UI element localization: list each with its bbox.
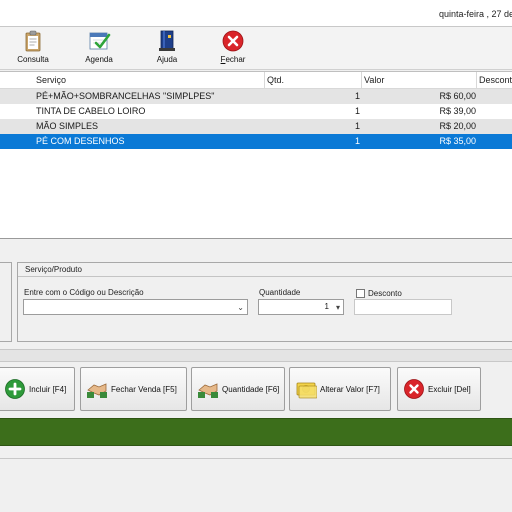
consulta-button[interactable]: Consulta [11, 29, 55, 67]
cell-qtd: 1 [354, 136, 360, 146]
chevron-down-icon[interactable]: ⌄ [237, 303, 244, 312]
fechar-venda-label: Fechar Venda [F5] [111, 385, 177, 394]
clipboard-icon [25, 30, 41, 52]
column-header-qtd[interactable]: Qtd. [267, 75, 284, 85]
date-label: quinta-feira , 27 de [439, 9, 512, 19]
cell-qtd: 1 [354, 91, 360, 101]
column-header-valor[interactable]: Valor [364, 75, 384, 85]
agenda-button[interactable]: Agenda [77, 29, 121, 67]
cell-servico: TINTA DE CABELO LOIRO [36, 106, 146, 116]
add-icon [5, 379, 25, 399]
handshake-icon [198, 383, 218, 398]
cell-servico: MÃO SIMPLES [36, 121, 99, 131]
handshake-icon [87, 383, 107, 398]
money-icon [296, 382, 317, 399]
table-row[interactable]: MÃO SIMPLES 1 R$ 20,00 [0, 119, 512, 134]
table-row[interactable]: PÉ+MÃO+SOMBRANCELHAS "SIMPLPES" 1 R$ 60,… [0, 89, 512, 104]
table-row-selected[interactable]: PÉ COM DESENHOS 1 R$ 35,00 [0, 134, 512, 149]
table-row[interactable]: TINTA DE CABELO LOIRO 1 R$ 39,00 [0, 104, 512, 119]
toolbar: Consulta Agenda Ajuda Fechar [0, 27, 512, 70]
cell-valor: R$ 20,00 [439, 121, 476, 131]
incluir-button[interactable]: Incluir [F4] [0, 367, 75, 411]
cell-servico: PÉ+MÃO+SOMBRANCELHAS "SIMPLPES" [36, 91, 215, 101]
cell-valor: R$ 60,00 [439, 91, 476, 101]
alterar-valor-button[interactable]: Alterar Valor [F7] [289, 367, 391, 411]
excluir-button[interactable]: Excluir [Del] [397, 367, 481, 411]
close-icon [222, 30, 244, 52]
quantidade-button[interactable]: Quantidade [F6] [191, 367, 285, 411]
alterar-valor-label: Alterar Valor [F7] [320, 385, 380, 394]
quantity-stepper[interactable]: 1 ▾ [258, 299, 344, 315]
fechar-label: echar [225, 55, 246, 64]
code-label: Entre com o Código ou Descrição [24, 288, 144, 297]
service-product-panel: Serviço/Produto Entre com o Código ou De… [17, 262, 512, 342]
fechar-venda-button[interactable]: Fechar Venda [F5] [80, 367, 187, 411]
title-bar: quinta-feira , 27 de [0, 0, 512, 27]
discount-label: Desconto [368, 289, 402, 298]
calendar-check-icon [89, 32, 111, 50]
column-header-desconto[interactable]: Desconto [479, 75, 512, 85]
left-panel [0, 262, 12, 342]
chevron-down-icon[interactable]: ▾ [336, 303, 340, 312]
code-combo[interactable]: ⌄ [23, 299, 248, 315]
cell-valor: R$ 35,00 [439, 136, 476, 146]
total-bar [0, 418, 512, 446]
cell-qtd: 1 [354, 121, 360, 131]
discount-checkbox[interactable] [356, 289, 365, 298]
delete-icon [404, 379, 424, 399]
fechar-button[interactable]: Fechar [211, 29, 255, 67]
excluir-label: Excluir [Del] [428, 385, 471, 394]
divider [0, 349, 512, 362]
quantity-label: Quantidade [259, 288, 301, 297]
consulta-label: Consulta [17, 55, 49, 64]
incluir-label: Incluir [F4] [29, 385, 67, 394]
cell-qtd: 1 [354, 106, 360, 116]
services-grid[interactable]: Serviço Qtd. Valor Desconto PÉ+MÃO+SOMBR… [0, 71, 512, 239]
panel-title: Serviço/Produto [18, 263, 512, 277]
grid-header: Serviço Qtd. Valor Desconto [0, 72, 512, 89]
discount-input[interactable] [354, 299, 452, 315]
cell-servico: PÉ COM DESENHOS [36, 136, 125, 146]
quantidade-label: Quantidade [F6] [222, 385, 280, 394]
ajuda-button[interactable]: Ajuda [145, 29, 189, 67]
quantity-value: 1 [324, 302, 329, 311]
help-book-icon [159, 30, 175, 51]
ajuda-label: Ajuda [156, 55, 178, 64]
bottom-area [0, 459, 512, 512]
agenda-label: Agenda [85, 55, 113, 64]
column-header-servico[interactable]: Serviço [36, 75, 66, 85]
cell-valor: R$ 39,00 [439, 106, 476, 116]
